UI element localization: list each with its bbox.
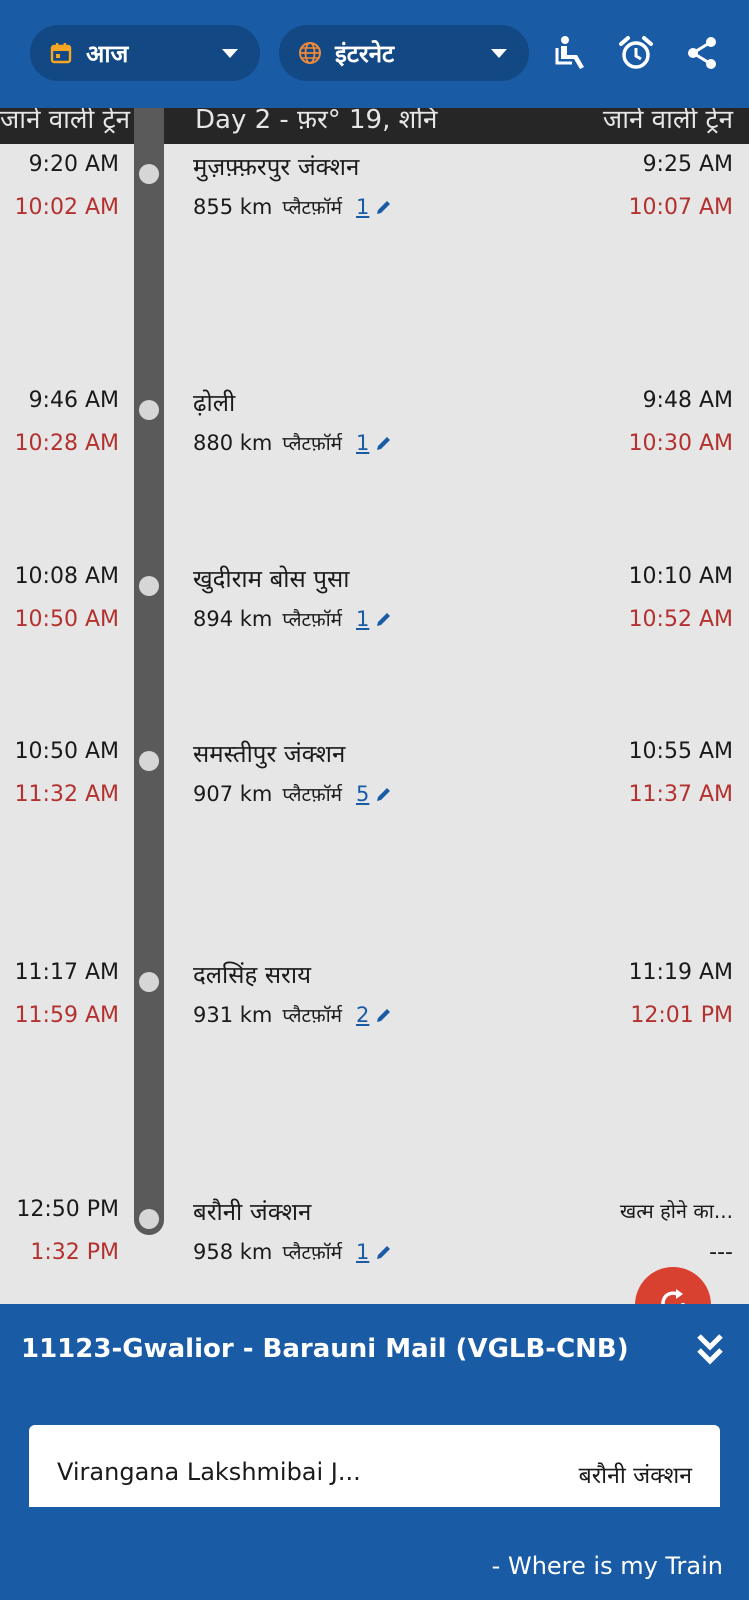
station-row[interactable]: 11:17 AM 11:59 AM दलसिंह सराय 931 km प्ल… bbox=[0, 956, 749, 1056]
train-title: 11123-Gwalior - Barauni Mail (VGLB-CNB) bbox=[21, 1334, 629, 1364]
departure-scheduled: खत्म होने का... bbox=[619, 1199, 733, 1223]
origin-station: Virangana Lakshmibai J... bbox=[57, 1458, 361, 1486]
departure-actual: 10:07 AM bbox=[628, 195, 733, 220]
arrival-actual: 11:59 AM bbox=[14, 1003, 119, 1028]
train-info-panel: 11123-Gwalior - Barauni Mail (VGLB-CNB) … bbox=[0, 1304, 749, 1600]
arrival-scheduled: 10:50 AM bbox=[14, 739, 119, 764]
distance: 907 km bbox=[193, 782, 273, 806]
platform-number[interactable]: 1 bbox=[356, 1240, 369, 1264]
share-icon[interactable] bbox=[683, 34, 721, 72]
source-label: इंटरनेट bbox=[335, 39, 395, 68]
platform-label: प्लैटफ़ॉर्म bbox=[282, 197, 342, 219]
edit-pencil-icon[interactable] bbox=[375, 198, 393, 216]
timeline-track bbox=[134, 108, 164, 1235]
arrival-actual: 10:02 AM bbox=[14, 195, 119, 220]
globe-icon bbox=[297, 40, 323, 66]
departure-scheduled: 9:48 AM bbox=[642, 388, 733, 413]
station-name: दलसिंह सराय bbox=[193, 961, 312, 989]
arrival-scheduled: 11:17 AM bbox=[14, 960, 119, 985]
source-selector[interactable]: इंटरनेट bbox=[279, 25, 529, 81]
station-name: बरौनी जंक्शन bbox=[193, 1198, 312, 1226]
station-name: मुज़फ़्फ़रपुर जंक्शन bbox=[193, 153, 360, 181]
departure-actual: 10:30 AM bbox=[628, 431, 733, 456]
edit-pencil-icon[interactable] bbox=[375, 785, 393, 803]
arrival-column-label: जाने वाली ट्रेन bbox=[0, 108, 131, 135]
destination-station: बरौनी जंक्शन bbox=[578, 1463, 692, 1489]
station-name: खुदीराम बोस पुसा bbox=[193, 565, 350, 593]
arrival-scheduled: 9:46 AM bbox=[28, 388, 119, 413]
station-info: 880 km प्लैटफ़ॉर्म 1 bbox=[193, 430, 393, 456]
station-info: 894 km प्लैटफ़ॉर्म 1 bbox=[193, 606, 393, 632]
station-row[interactable]: 9:20 AM 10:02 AM मुज़फ़्फ़रपुर जंक्शन 85… bbox=[0, 148, 749, 248]
station-info: 958 km प्लैटफ़ॉर्म 1 bbox=[193, 1239, 393, 1265]
platform-label: प्लैटफ़ॉर्म bbox=[282, 433, 342, 455]
platform-label: प्लैटफ़ॉर्म bbox=[282, 784, 342, 806]
date-label: आज bbox=[86, 39, 129, 68]
station-name: ढ़ोली bbox=[193, 389, 236, 417]
arrival-actual: 1:32 PM bbox=[30, 1240, 119, 1265]
edit-pencil-icon[interactable] bbox=[375, 434, 393, 452]
date-selector[interactable]: आज bbox=[30, 25, 260, 81]
calendar-icon bbox=[48, 40, 74, 66]
platform-number[interactable]: 1 bbox=[356, 431, 369, 455]
station-row[interactable]: 10:08 AM 10:50 AM खुदीराम बोस पुसा 894 k… bbox=[0, 560, 749, 660]
platform-label: प्लैटफ़ॉर्म bbox=[282, 609, 342, 631]
coach-position-icon[interactable] bbox=[552, 34, 590, 72]
platform-number[interactable]: 1 bbox=[356, 607, 369, 631]
departure-actual: 10:52 AM bbox=[628, 607, 733, 632]
double-chevron-down-icon bbox=[696, 1333, 724, 1371]
arrival-actual: 11:32 AM bbox=[14, 782, 119, 807]
departure-scheduled: 9:25 AM bbox=[642, 152, 733, 177]
distance: 894 km bbox=[193, 607, 273, 631]
alarm-icon[interactable] bbox=[617, 34, 655, 72]
collapse-button[interactable] bbox=[692, 1332, 728, 1372]
app-brand: - Where is my Train bbox=[491, 1552, 723, 1580]
departure-column-label: जाने वाली ट्रेन bbox=[602, 108, 733, 135]
departure-scheduled: 10:10 AM bbox=[628, 564, 733, 589]
platform-label: प्लैटफ़ॉर्म bbox=[282, 1005, 342, 1027]
departure-actual: 12:01 PM bbox=[630, 1003, 733, 1028]
chevron-down-icon bbox=[222, 48, 238, 58]
platform-number[interactable]: 5 bbox=[356, 782, 369, 806]
arrival-scheduled: 12:50 PM bbox=[16, 1197, 119, 1222]
arrival-scheduled: 10:08 AM bbox=[14, 564, 119, 589]
station-info: 855 km प्लैटफ़ॉर्म 1 bbox=[193, 194, 393, 220]
platform-label: प्लैटफ़ॉर्म bbox=[282, 1242, 342, 1264]
arrival-scheduled: 9:20 AM bbox=[28, 152, 119, 177]
distance: 855 km bbox=[193, 195, 273, 219]
edit-pencil-icon[interactable] bbox=[375, 1006, 393, 1024]
departure-actual: --- bbox=[709, 1240, 733, 1265]
departure-scheduled: 11:19 AM bbox=[628, 960, 733, 985]
platform-number[interactable]: 1 bbox=[356, 195, 369, 219]
departure-scheduled: 10:55 AM bbox=[628, 739, 733, 764]
arrival-actual: 10:28 AM bbox=[14, 431, 119, 456]
distance: 931 km bbox=[193, 1003, 273, 1027]
station-info: 931 km प्लैटफ़ॉर्म 2 bbox=[193, 1002, 393, 1028]
arrival-actual: 10:50 AM bbox=[14, 607, 119, 632]
edit-pencil-icon[interactable] bbox=[375, 1243, 393, 1261]
chevron-down-icon bbox=[491, 48, 507, 58]
route-card[interactable]: Virangana Lakshmibai J... बरौनी जंक्शन bbox=[29, 1425, 720, 1507]
distance: 880 km bbox=[193, 431, 273, 455]
day-date-label: Day 2 - फ़र° 19, शनि bbox=[195, 108, 438, 135]
departure-actual: 11:37 AM bbox=[628, 782, 733, 807]
top-toolbar: आज इंटरनेट bbox=[0, 0, 749, 108]
station-row[interactable]: 10:50 AM 11:32 AM समस्तीपुर जंक्शन 907 k… bbox=[0, 735, 749, 835]
station-info: 907 km प्लैटफ़ॉर्म 5 bbox=[193, 781, 393, 807]
platform-number[interactable]: 2 bbox=[356, 1003, 369, 1027]
station-name: समस्तीपुर जंक्शन bbox=[193, 740, 346, 768]
edit-pencil-icon[interactable] bbox=[375, 610, 393, 628]
station-row[interactable]: 9:46 AM 10:28 AM ढ़ोली 880 km प्लैटफ़ॉर्… bbox=[0, 384, 749, 484]
distance: 958 km bbox=[193, 1240, 273, 1264]
column-header: जाने वाली ट्रेन Day 2 - फ़र° 19, शनि जान… bbox=[0, 108, 749, 144]
station-row[interactable]: 12:50 PM 1:32 PM बरौनी जंक्शन 958 km प्ल… bbox=[0, 1193, 749, 1293]
